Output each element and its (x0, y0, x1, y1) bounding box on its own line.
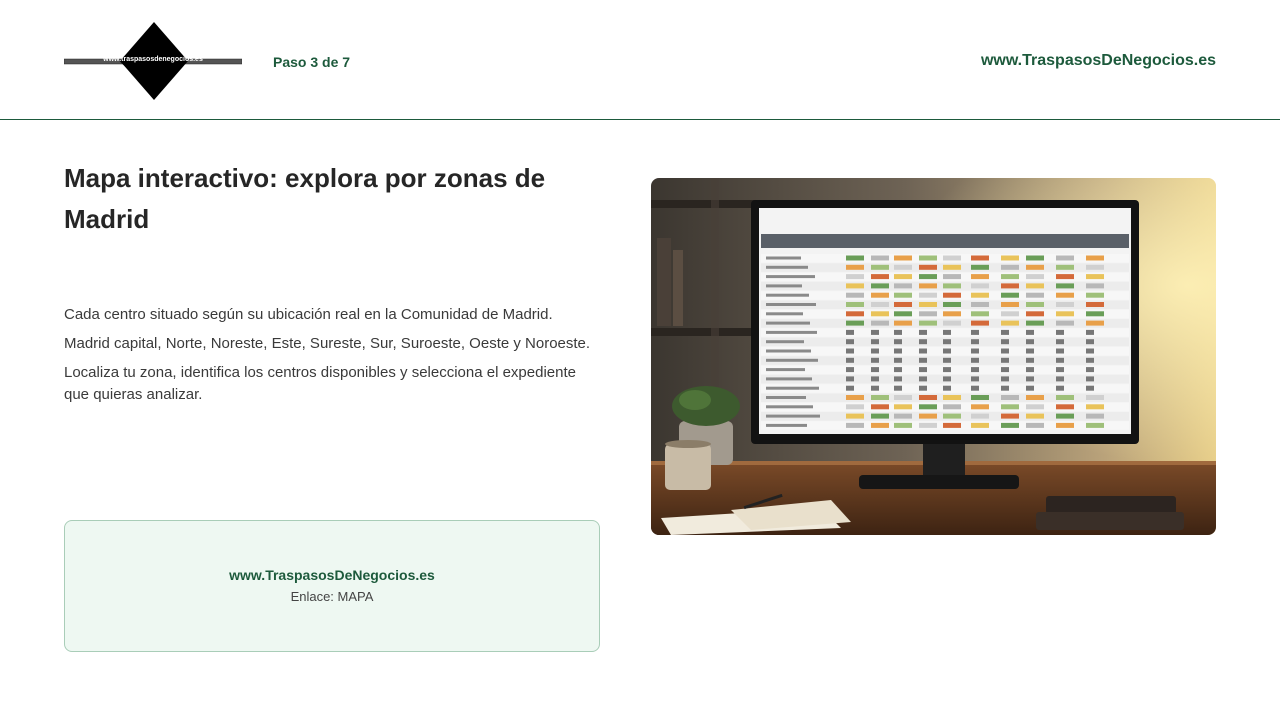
logo: www.traspasosdenegocios.es (64, 20, 242, 102)
diamond-logo-icon (64, 22, 242, 100)
monitor-photo (651, 178, 1216, 535)
description-paragraph-3: Localiza tu zona, identifica los centros… (64, 364, 576, 403)
site-link-top[interactable]: www.TraspasosDeNegocios.es (981, 52, 1216, 70)
description-paragraph-2: Madrid capital, Norte, Noreste, Este, Su… (64, 335, 591, 352)
description: Cada centro situado según su ubicación r… (64, 304, 604, 413)
monitor-with-spreadsheet-icon (651, 178, 1216, 535)
description-paragraph-1: Cada centro situado según su ubicación r… (64, 306, 553, 323)
link-box-site[interactable]: www.TraspasosDeNegocios.es (65, 567, 599, 583)
step-indicator: Paso 3 de 7 (273, 54, 351, 70)
link-box[interactable]: www.TraspasosDeNegocios.es Enlace: MAPA (64, 520, 600, 652)
slide-page: www.traspasosdenegocios.es Paso 3 de 7 w… (0, 0, 1280, 720)
page-title: Mapa interactivo: explora por zonas de M… (64, 163, 546, 234)
link-box-enlace[interactable]: Enlace: MAPA (65, 589, 599, 604)
header: www.traspasosdenegocios.es Paso 3 de 7 w… (0, 0, 1280, 120)
